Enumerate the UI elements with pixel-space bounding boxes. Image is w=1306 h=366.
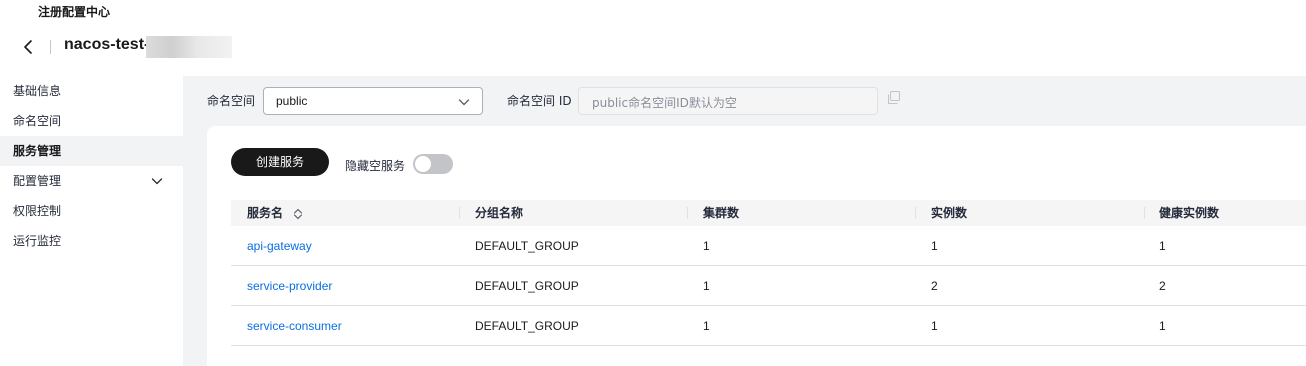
create-service-button[interactable]: 创建服务 — [231, 148, 329, 176]
healthy-instances-cell: 1 — [1159, 239, 1166, 253]
chevron-down-icon — [458, 99, 470, 106]
sidebar-item-label: 命名空间 — [13, 114, 62, 128]
column-header-group: 分组名称 — [475, 206, 524, 220]
chevron-left-icon[interactable] — [20, 38, 36, 56]
healthy-instances-cell: 2 — [1159, 279, 1166, 293]
hide-empty-toggle[interactable] — [413, 154, 453, 174]
column-divider — [915, 207, 916, 219]
namespace-id-label: 命名空间 ID — [507, 94, 572, 108]
hide-empty-label: 隐藏空服务 — [345, 159, 406, 173]
sidebar-item-namespace[interactable]: 命名空间 — [0, 106, 183, 136]
group-cell: DEFAULT_GROUP — [475, 319, 579, 333]
sidebar-item-label: 权限控制 — [13, 204, 62, 218]
sidebar-item-access-control[interactable]: 权限控制 — [0, 196, 183, 226]
namespace-id-placeholder: public命名空间ID默认为空 — [592, 96, 737, 110]
main-content: 命名空间 public 命名空间 ID public命名空间ID默认为空 创建服… — [183, 76, 1306, 366]
sidebar-item-label: 服务管理 — [13, 144, 62, 158]
sidebar-item-label: 运行监控 — [13, 234, 62, 248]
redacted-title-suffix — [146, 36, 232, 58]
column-divider — [1144, 207, 1145, 219]
sort-icon[interactable] — [293, 208, 303, 220]
group-cell: DEFAULT_GROUP — [475, 279, 579, 293]
page-title: nacos-test- — [64, 36, 150, 53]
copy-icon[interactable] — [886, 90, 902, 106]
column-header-service-name[interactable]: 服务名 — [247, 200, 303, 226]
sidebar: 基础信息 命名空间 服务管理 配置管理 权限控制 运行监控 — [0, 76, 183, 366]
namespace-id-field[interactable]: public命名空间ID默认为空 — [578, 87, 878, 115]
table-row: service-provider DEFAULT_GROUP 1 2 2 — [231, 266, 1306, 306]
clusters-cell: 1 — [703, 319, 710, 333]
sidebar-item-basic-info[interactable]: 基础信息 — [0, 76, 183, 106]
column-header-instances: 实例数 — [931, 206, 968, 220]
healthy-instances-cell: 1 — [1159, 319, 1166, 333]
service-name-link[interactable]: api-gateway — [247, 239, 312, 253]
instances-cell: 2 — [931, 279, 938, 293]
back-button[interactable] — [20, 38, 36, 56]
namespace-label: 命名空间 — [207, 94, 256, 108]
instances-cell: 1 — [931, 239, 938, 253]
column-header-healthy-instances: 健康实例数 — [1159, 206, 1220, 220]
chevron-down-icon[interactable] — [151, 175, 163, 187]
service-name-link[interactable]: service-provider — [247, 279, 332, 293]
service-table: 服务名 分组名称 集群数 实例数 健康实例数 api-gateway DEFAU… — [231, 200, 1306, 346]
column-divider — [687, 207, 688, 219]
service-name-link[interactable]: service-consumer — [247, 319, 342, 333]
sidebar-item-label: 配置管理 — [13, 174, 62, 188]
column-divider — [459, 207, 460, 219]
title-divider — [50, 40, 51, 54]
instances-cell: 1 — [931, 319, 938, 333]
clusters-cell: 1 — [703, 279, 710, 293]
column-header-clusters: 集群数 — [703, 206, 740, 220]
namespace-select-value: public — [276, 94, 308, 108]
clusters-cell: 1 — [703, 239, 710, 253]
table-row: api-gateway DEFAULT_GROUP 1 1 1 — [231, 226, 1306, 266]
column-header-label: 服务名 — [247, 206, 284, 220]
table-header: 服务名 分组名称 集群数 实例数 健康实例数 — [231, 200, 1306, 226]
group-cell: DEFAULT_GROUP — [475, 239, 579, 253]
sidebar-item-config-management[interactable]: 配置管理 — [0, 166, 183, 196]
sidebar-item-label: 基础信息 — [13, 84, 62, 98]
namespace-select[interactable]: public — [263, 87, 483, 115]
service-list-card: 创建服务 隐藏空服务 服务名 分组名称 集群数 实例数 健康实例数 api-ga… — [207, 126, 1306, 366]
table-row: service-consumer DEFAULT_GROUP 1 1 1 — [231, 306, 1306, 346]
sidebar-item-service-management[interactable]: 服务管理 — [0, 136, 183, 166]
title-bar: nacos-test- — [0, 30, 1306, 64]
toggle-knob — [415, 156, 431, 172]
sidebar-item-monitoring[interactable]: 运行监控 — [0, 226, 183, 256]
breadcrumb: 注册配置中心 — [38, 5, 111, 19]
